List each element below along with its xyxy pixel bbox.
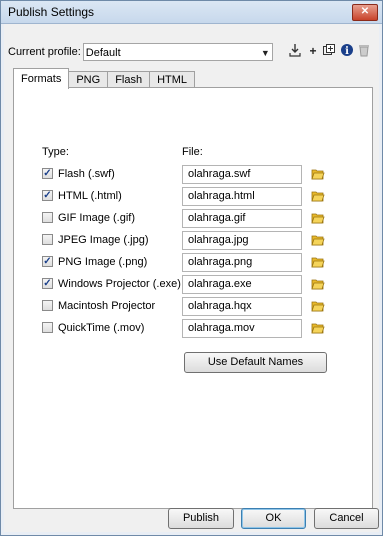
file-name-input[interactable]: olahraga.swf [182, 165, 302, 184]
ok-button[interactable]: OK [241, 508, 306, 529]
svg-text:i: i [345, 46, 349, 57]
format-checkbox[interactable] [42, 300, 53, 311]
folder-icon[interactable] [311, 211, 325, 225]
folder-icon[interactable] [311, 233, 325, 247]
folder-icon[interactable] [311, 167, 325, 181]
add-profile-icon[interactable]: + [305, 43, 321, 59]
close-button[interactable]: ✕ [352, 4, 378, 21]
format-checkbox[interactable]: ✓ [42, 278, 53, 289]
format-checkbox[interactable]: ✓ [42, 256, 53, 267]
format-label[interactable]: PNG Image (.png) [58, 256, 147, 268]
format-checkbox[interactable] [42, 322, 53, 333]
dialog-body: Current profile: Default ▼ + i Formats P… [4, 24, 379, 532]
profile-label: Current profile: [8, 46, 81, 58]
file-name-input[interactable]: olahraga.png [182, 253, 302, 272]
format-row: ✓ PNG Image (.png) olahraga.png [14, 253, 372, 273]
window-title: Publish Settings [8, 5, 95, 19]
format-label[interactable]: Macintosh Projector [58, 300, 155, 312]
import-export-icon[interactable] [287, 43, 303, 59]
profile-dropdown[interactable]: Default ▼ [82, 43, 273, 61]
format-checkbox[interactable]: ✓ [42, 168, 53, 179]
use-default-names-button[interactable]: Use Default Names [184, 352, 327, 373]
format-label[interactable]: HTML (.html) [58, 190, 122, 202]
format-checkbox[interactable] [42, 212, 53, 223]
format-row: ✓ HTML (.html) olahraga.html [14, 187, 372, 207]
dropdown-arrow-icon: ▼ [260, 48, 270, 58]
tab-formats[interactable]: Formats [13, 68, 70, 89]
file-name-input[interactable]: olahraga.html [182, 187, 302, 206]
tab-strip: Formats PNG Flash HTML [13, 68, 196, 89]
file-name-input[interactable]: olahraga.mov [182, 319, 302, 338]
format-checkbox[interactable]: ✓ [42, 190, 53, 201]
file-name-input[interactable]: olahraga.gif [182, 209, 302, 228]
profile-value: Default [85, 47, 121, 59]
folder-icon[interactable] [311, 321, 325, 335]
folder-icon[interactable] [311, 299, 325, 313]
publish-settings-window: Publish Settings ✕ Current profile: Defa… [0, 0, 383, 536]
cancel-button[interactable]: Cancel [314, 508, 379, 529]
format-row: Macintosh Projector olahraga.hqx [14, 297, 372, 317]
folder-icon[interactable] [311, 277, 325, 291]
format-checkbox[interactable] [42, 234, 53, 245]
file-name-input[interactable]: olahraga.jpg [182, 231, 302, 250]
profile-info-icon[interactable]: i [339, 43, 355, 59]
delete-profile-icon[interactable] [356, 43, 372, 59]
format-row: GIF Image (.gif) olahraga.gif [14, 209, 372, 229]
format-row: ✓ Flash (.swf) olahraga.swf [14, 165, 372, 185]
formats-panel: Type: File: ✓ Flash (.swf) olahraga.swf ✓ HT… [13, 87, 373, 509]
profile-row: Current profile: Default ▼ [8, 42, 273, 62]
format-label[interactable]: Flash (.swf) [58, 168, 115, 180]
file-header: File: [182, 146, 203, 158]
file-name-input[interactable]: olahraga.exe [182, 275, 302, 294]
folder-icon[interactable] [311, 189, 325, 203]
format-label[interactable]: QuickTime (.mov) [58, 322, 144, 334]
format-label[interactable]: JPEG Image (.jpg) [58, 234, 148, 246]
folder-icon[interactable] [311, 255, 325, 269]
format-label[interactable]: Windows Projector (.exe) [58, 278, 181, 290]
format-row: ✓ Windows Projector (.exe) olahraga.exe [14, 275, 372, 295]
duplicate-profile-icon[interactable] [321, 43, 337, 59]
format-label[interactable]: GIF Image (.gif) [58, 212, 135, 224]
type-header: Type: [42, 146, 69, 158]
file-name-input[interactable]: olahraga.hqx [182, 297, 302, 316]
title-bar[interactable]: Publish Settings ✕ [1, 1, 382, 24]
format-row: JPEG Image (.jpg) olahraga.jpg [14, 231, 372, 251]
format-row: QuickTime (.mov) olahraga.mov [14, 319, 372, 339]
publish-button[interactable]: Publish [168, 508, 234, 529]
